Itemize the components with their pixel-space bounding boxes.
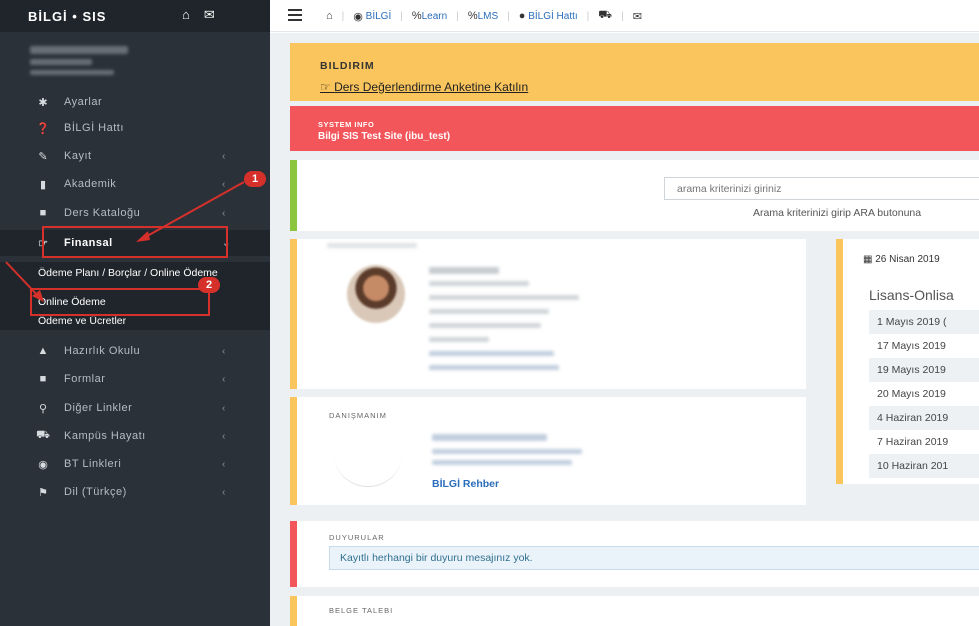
announcements-title: DUYURULAR	[329, 533, 385, 542]
mail-icon[interactable]: ✉	[633, 10, 642, 23]
profile-line-blurred	[429, 309, 549, 314]
topnav-link-bilgi[interactable]: BİLGİ	[366, 11, 392, 22]
calendar-date: ▦ 26 Nisan 2019	[863, 254, 940, 265]
calendar-heading: Lisans-Onlisa	[869, 287, 954, 303]
announcements-message: Kayıtlı herhangi bir duyuru mesajınız yo…	[329, 546, 979, 570]
profile-header-blurred	[327, 243, 417, 248]
system-info-title: SYSTEM INFO	[318, 120, 375, 129]
advisor-info-blurred	[432, 460, 572, 465]
arrow-head-icon	[136, 231, 150, 242]
percent-icon: %	[467, 10, 478, 22]
notice-link-text: Ders Değerlendirme Anketine Katılın	[334, 80, 529, 94]
system-info-panel: SYSTEM INFO Bilgi SIS Test Site (ibu_tes…	[290, 106, 979, 151]
calendar-icon: ▦	[863, 254, 876, 265]
calendar-row: 1 Mayıs 2019 (	[869, 310, 979, 334]
annotation-arrow-2	[5, 261, 41, 299]
topnav-link-learn[interactable]: Learn	[422, 11, 448, 22]
topnav-link-helpline[interactable]: BİLGİ Hattı	[528, 11, 577, 22]
search-hint: Arama kriterinizi girip ARA butonuna	[753, 207, 922, 219]
main-content: BILDIRIM ☞ Ders Değerlendirme Anketine K…	[270, 33, 979, 626]
car-icon[interactable]: ⛟	[598, 9, 612, 23]
profile-email-blurred	[429, 365, 559, 370]
profile-line-blurred	[429, 281, 529, 286]
notice-title: BILDIRIM	[320, 60, 375, 72]
document-request-card: BELGE TALEBI	[290, 596, 979, 626]
advisor-guide-link[interactable]: BİLGİ Rehber	[432, 478, 499, 490]
advisor-name-blurred	[432, 434, 547, 441]
topnav-link-lms[interactable]: LMS	[478, 11, 499, 22]
academic-calendar-card: ▦ 26 Nisan 2019 Lisans-Onlisa 1 Mayıs 20…	[836, 239, 979, 484]
notice-panel: BILDIRIM ☞ Ders Değerlendirme Anketine K…	[290, 43, 979, 101]
notice-survey-link[interactable]: ☞ Ders Değerlendirme Anketine Katılın	[320, 80, 528, 94]
calendar-row: 17 Mayıs 2019	[877, 340, 946, 352]
top-bar: ⌂ | ◉ BİLGİ | % Learn | % LMS | ● BİLGİ …	[270, 0, 979, 32]
profile-name-blurred	[429, 267, 499, 274]
calendar-row: 19 Mayıs 2019	[869, 358, 979, 382]
avatar	[347, 265, 405, 323]
advisor-card: DANIŞMANIM BİLGİ Rehber	[290, 397, 806, 505]
calendar-row: 7 Haziran 2019	[877, 436, 949, 448]
calendar-row: 20 Mayıs 2019	[877, 388, 946, 400]
calendar-row: 4 Haziran 2019	[869, 406, 979, 430]
annotation-arrow-1	[139, 181, 245, 241]
calendar-date-text: 26 Nisan 2019	[875, 254, 940, 265]
top-nav: ⌂ | ◉ BİLGİ | % Learn | % LMS | ● BİLGİ …	[326, 9, 642, 23]
search-panel: Arama kriterinizi girip ARA butonuna	[290, 160, 979, 231]
profile-line-blurred	[429, 295, 579, 300]
globe-icon: ◉	[353, 10, 363, 23]
profile-card	[290, 239, 806, 389]
advisor-title: DANIŞMANIM	[329, 411, 387, 420]
percent-icon: %	[411, 10, 422, 22]
question-circle-icon: ●	[518, 10, 526, 22]
hand-point-icon: ☞	[320, 80, 335, 94]
home-icon[interactable]: ⌂	[326, 10, 333, 22]
search-input[interactable]	[664, 177, 979, 200]
calendar-row: 10 Haziran 201	[869, 454, 979, 478]
system-info-text: Bilgi SIS Test Site (ibu_test)	[318, 131, 451, 142]
advisor-avatar	[333, 439, 403, 487]
profile-line-blurred	[429, 337, 489, 342]
profile-line-blurred	[429, 323, 541, 328]
profile-email-blurred	[429, 351, 554, 356]
hamburger-menu-icon[interactable]	[288, 9, 302, 21]
advisor-info-blurred	[432, 449, 582, 454]
document-request-title: BELGE TALEBI	[329, 606, 394, 615]
announcements-card: DUYURULAR Kayıtlı herhangi bir duyuru me…	[290, 521, 979, 587]
